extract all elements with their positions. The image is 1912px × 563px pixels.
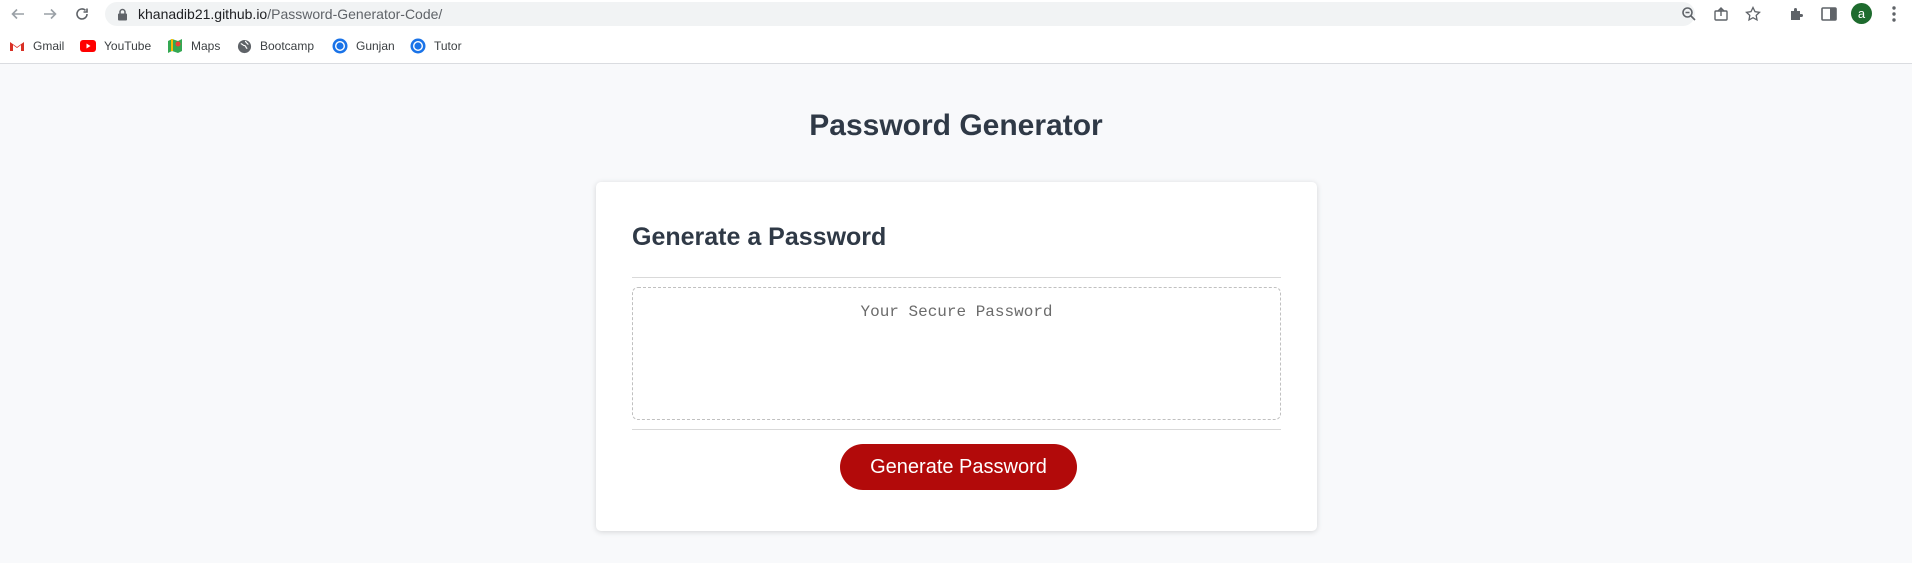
gmail-icon [9, 38, 25, 54]
back-button[interactable] [6, 2, 30, 26]
bookmark-label: Gunjan [356, 39, 395, 53]
globe-icon [236, 38, 252, 54]
reload-icon [76, 8, 88, 20]
extensions-puzzle-icon[interactable] [1788, 5, 1806, 23]
zoom-icon[interactable] [1681, 6, 1697, 22]
browser-toolbar: khanadib21.github.io/Password-Generator-… [0, 0, 1912, 28]
chromium-icon [410, 38, 426, 54]
url-host: khanadib21.github.io [138, 6, 268, 22]
profile-avatar[interactable]: a [1851, 3, 1872, 24]
bookmarks-bar: Gmail YouTube Maps Bootcamp Gunjan Tutor [0, 28, 1912, 64]
footer-divider [632, 429, 1281, 430]
bookmark-label: Maps [191, 39, 221, 53]
bookmark-label: Bootcamp [260, 39, 315, 53]
card-header: Generate a Password [632, 223, 887, 251]
youtube-icon [80, 38, 96, 54]
maps-icon [167, 38, 183, 54]
side-panel-icon[interactable] [1820, 5, 1838, 23]
forward-button[interactable] [38, 2, 62, 26]
password-card: Generate a Password Generate Password [596, 182, 1317, 531]
password-output[interactable] [632, 287, 1281, 420]
bookmark-tutor[interactable]: Tutor [410, 37, 462, 55]
bookmark-star-icon[interactable] [1745, 6, 1761, 22]
header-divider [632, 277, 1281, 278]
page-title: Password Generator [809, 109, 1103, 142]
bookmark-maps[interactable]: Maps [167, 37, 220, 55]
back-arrow-icon [11, 8, 24, 20]
more-menu-icon[interactable] [1888, 5, 1900, 23]
lock-icon[interactable] [117, 8, 128, 21]
generate-password-button[interactable]: Generate Password [840, 444, 1077, 490]
bookmark-label: YouTube [104, 39, 152, 53]
bookmark-bootcamp[interactable]: Bootcamp [236, 37, 314, 55]
url-text[interactable]: khanadib21.github.io/Password-Generator-… [138, 6, 442, 22]
share-icon[interactable] [1713, 6, 1729, 22]
url-path: /Password-Generator-Code/ [267, 6, 443, 22]
address-bar[interactable]: khanadib21.github.io/Password-Generator-… [105, 2, 1761, 26]
forward-arrow-icon [44, 8, 57, 20]
bookmark-gunjan[interactable]: Gunjan [332, 37, 395, 55]
bookmark-gmail[interactable]: Gmail [9, 37, 64, 55]
chromium-icon [332, 38, 348, 54]
reload-button[interactable] [70, 2, 94, 26]
bookmark-label: Tutor [434, 39, 462, 53]
bookmark-label: Gmail [33, 39, 65, 53]
page-content: Password Generator Generate a Password G… [0, 65, 1912, 563]
bookmark-youtube[interactable]: YouTube [80, 37, 151, 55]
